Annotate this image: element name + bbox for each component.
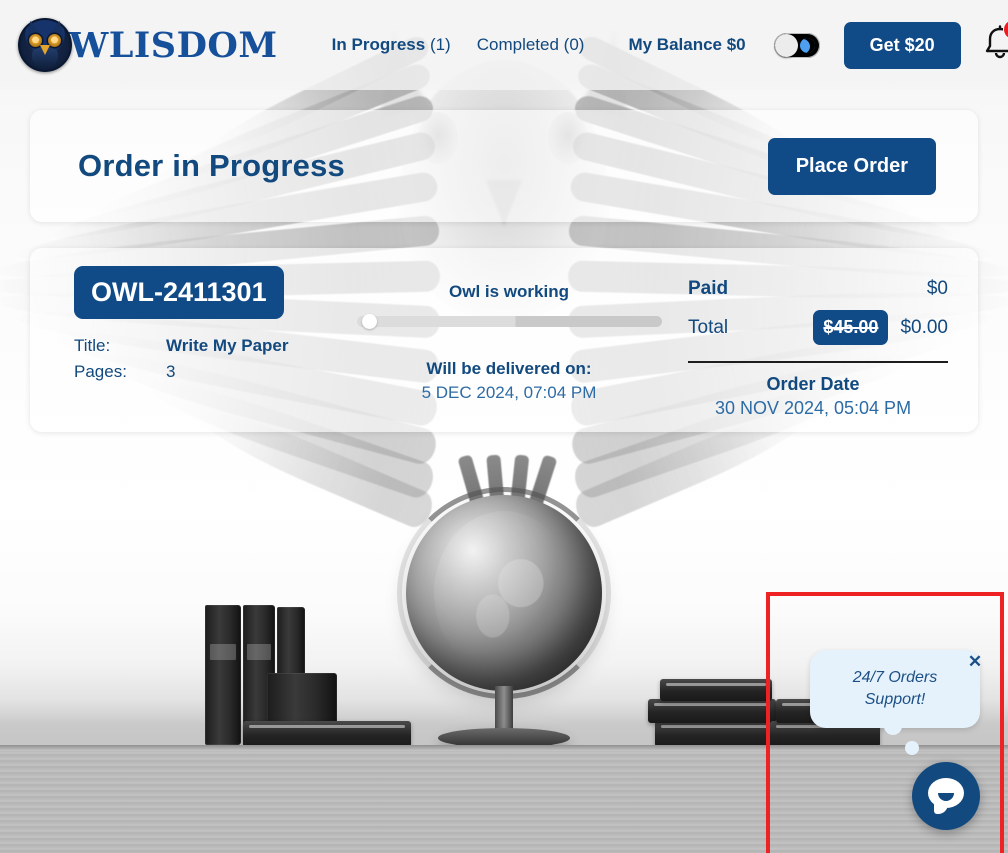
order-status-label: Owl is working <box>449 282 569 301</box>
toggle-knob <box>774 33 798 57</box>
order-progress-banner: Order in Progress Place Order <box>30 110 978 222</box>
order-date-value: 30 NOV 2024, 05:04 PM <box>714 398 912 418</box>
book <box>660 679 772 701</box>
order-card-left: OWL-2411301 Title: Write My Paper Pages:… <box>44 266 344 419</box>
paid-value: $0 <box>926 278 948 299</box>
divider <box>688 361 948 363</box>
order-card-middle: Owl is working Will be delivered on: 5 D… <box>344 266 674 419</box>
total-label: Total <box>688 316 729 338</box>
progress-knob[interactable] <box>362 314 378 329</box>
close-icon[interactable]: ✕ <box>966 653 984 671</box>
brand-logo-text: WLISDOM <box>69 24 278 66</box>
tab-completed-label: Completed <box>476 35 559 54</box>
globe-stand-neck <box>495 686 513 734</box>
order-id-badge[interactable]: OWL-2411301 <box>74 266 284 319</box>
dark-mode-toggle[interactable] <box>773 32 820 58</box>
book <box>655 721 775 747</box>
get-bonus-button[interactable]: Get $20 <box>843 21 961 69</box>
notifications-button[interactable]: 1 <box>983 19 1008 65</box>
tab-in-progress[interactable]: In Progress (1) <box>332 35 451 55</box>
desk-surface <box>0 745 1008 853</box>
book <box>205 605 241 745</box>
tab-in-progress-count: (1) <box>429 35 451 54</box>
tab-completed[interactable]: Completed (0) <box>477 35 585 55</box>
moon-icon <box>799 37 815 53</box>
order-title-label: Title: <box>74 336 111 355</box>
chat-launcher-button[interactable] <box>912 762 980 830</box>
total-value: $0.00 <box>900 316 948 338</box>
paid-label: Paid <box>688 278 729 299</box>
order-title-value: Write My Paper <box>166 336 289 355</box>
book <box>243 721 411 747</box>
order-card: OWL-2411301 Title: Write My Paper Pages:… <box>30 248 978 432</box>
order-pages-value: 3 <box>166 362 176 382</box>
delivery-label: Will be delivered on: <box>426 359 592 378</box>
order-card-right: Paid $0 Total $45.00 $0.00 Order Date 30… <box>674 266 952 419</box>
header-nav: In Progress (1) Completed (0) <box>332 35 585 55</box>
chat-bubble-tail-small <box>905 741 919 755</box>
order-pages-row: Pages: 3 <box>74 359 344 385</box>
total-original-price: $45.00 <box>813 310 889 345</box>
order-title-row: Title: Write My Paper <box>74 333 344 359</box>
total-row: Total $45.00 $0.00 <box>674 310 952 345</box>
brand-logo[interactable]: WLISDOM <box>18 18 278 72</box>
my-balance[interactable]: My Balance $0 <box>628 35 745 55</box>
page-title: Order in Progress <box>78 148 345 183</box>
order-pages-label: Pages: <box>74 362 127 382</box>
tab-in-progress-label: In Progress <box>331 35 426 54</box>
book <box>648 699 776 723</box>
order-progress-bar[interactable] <box>356 314 662 329</box>
owl-mark-icon <box>18 18 72 72</box>
delivery-value: 5 DEC 2024, 07:04 PM <box>421 383 597 402</box>
chat-support-bubble[interactable]: 24/7 Orders Support! <box>810 650 980 728</box>
chat-support-bubble-text: 24/7 Orders Support! <box>852 669 938 708</box>
app-header: WLISDOM In Progress (1) Completed (0) My… <box>0 0 1008 90</box>
paid-row: Paid $0 <box>674 278 952 300</box>
globe <box>406 495 602 691</box>
tab-completed-count: (0) <box>563 35 585 54</box>
order-date-label: Order Date <box>766 374 860 394</box>
place-order-button[interactable]: Place Order <box>767 137 936 195</box>
